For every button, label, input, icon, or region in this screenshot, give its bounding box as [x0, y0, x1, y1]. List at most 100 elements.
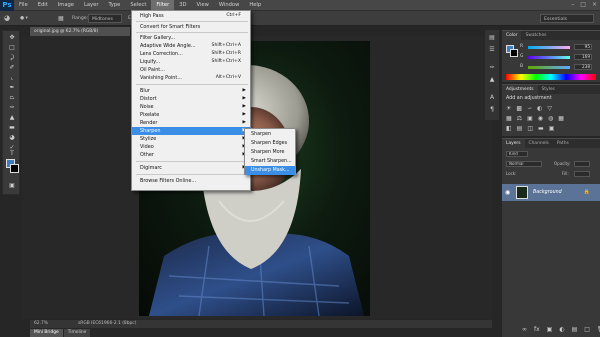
filter-lens-correction[interactable]: Lens Correction... Shift+Ctrl+R: [132, 50, 250, 58]
gradient-map-icon[interactable]: ▬: [538, 125, 544, 132]
add-mask-icon[interactable]: ▣: [547, 326, 553, 333]
type-tool-icon[interactable]: T: [5, 149, 19, 158]
eyedropper-tool-icon[interactable]: ✒: [5, 83, 19, 92]
tab-swatches[interactable]: Swatches: [521, 31, 550, 40]
properties-icon[interactable]: ☰: [487, 46, 497, 54]
sharpen-sharpen[interactable]: Sharpen: [245, 130, 295, 139]
menu-image[interactable]: Image: [53, 0, 79, 11]
filter-oil-paint[interactable]: Oil Paint...: [132, 66, 250, 74]
filter-gallery[interactable]: Filter Gallery...: [132, 34, 250, 42]
black-white-icon[interactable]: ▣: [527, 115, 533, 122]
menu-help[interactable]: Help: [244, 0, 266, 11]
filter-noise[interactable]: Noise ▶: [132, 103, 250, 111]
history-icon[interactable]: ▤: [487, 34, 497, 42]
menu-layer[interactable]: Layer: [79, 0, 103, 11]
slider-red[interactable]: R 95: [520, 44, 598, 50]
photo-filter-icon[interactable]: ◉: [538, 115, 543, 122]
layer-style-icon[interactable]: fx: [534, 326, 540, 333]
crop-tool-icon[interactable]: ⌞: [5, 73, 19, 82]
move-tool-icon[interactable]: ✥: [5, 33, 19, 42]
dodge-tool-icon[interactable]: ◕: [5, 133, 19, 142]
filter-video[interactable]: Video▶: [132, 143, 250, 151]
menu-3d[interactable]: 3D: [174, 0, 191, 11]
slider-green[interactable]: G 169: [520, 54, 598, 60]
brush-panel-icon[interactable]: ▦: [58, 14, 64, 23]
brush-icon[interactable]: ✑: [487, 64, 497, 72]
character-icon[interactable]: A: [487, 94, 497, 102]
range-select[interactable]: Midtones: [88, 14, 122, 23]
filter-sharpen[interactable]: Sharpen▶: [132, 127, 250, 135]
levels-icon[interactable]: ▩: [516, 105, 522, 112]
healing-brush-tool-icon[interactable]: ⏢: [5, 93, 19, 102]
menu-view[interactable]: View: [192, 0, 214, 11]
filter-render[interactable]: Render ▶: [132, 119, 250, 127]
unsharp-mask[interactable]: Unsharp Mask...: [245, 166, 295, 175]
slider-red-track[interactable]: [528, 46, 570, 49]
eraser-tool-icon[interactable]: ▬: [5, 123, 19, 132]
filter-browse-online[interactable]: Browse Filters Online...: [132, 177, 250, 185]
new-layer-icon[interactable]: □: [584, 326, 590, 333]
slider-green-track[interactable]: [528, 56, 570, 59]
brightness-contrast-icon[interactable]: ☀: [506, 105, 511, 112]
tab-layers[interactable]: Layers: [502, 139, 525, 148]
background-color-swatch[interactable]: [10, 164, 19, 173]
link-layers-icon[interactable]: ∞: [522, 326, 527, 333]
fill-field[interactable]: [574, 171, 590, 177]
color-balance-icon[interactable]: ⚖: [517, 115, 522, 122]
curves-icon[interactable]: ∽: [527, 105, 532, 112]
blend-mode-select[interactable]: Normal: [506, 161, 542, 167]
invert-icon[interactable]: ◧: [506, 125, 512, 132]
document-tab[interactable]: original.jpg @ 62.7% (RGB/8): [30, 27, 130, 36]
slider-blue[interactable]: B 238: [520, 64, 598, 70]
posterize-icon[interactable]: ▤: [517, 125, 523, 132]
smart-sharpen[interactable]: Smart Sharpen...: [245, 157, 295, 166]
slider-blue-value[interactable]: 238: [574, 64, 592, 70]
hue-saturation-icon[interactable]: ▦: [506, 115, 512, 122]
color-lookup-icon[interactable]: ▦: [558, 115, 564, 122]
filter-vanishing-point[interactable]: Vanishing Point... Alt+Ctrl+V: [132, 74, 250, 82]
filter-convert-smart[interactable]: Convert for Smart Filters: [132, 23, 250, 31]
slider-red-value[interactable]: 95: [574, 44, 592, 50]
tab-channels[interactable]: Channels: [525, 139, 553, 148]
brush-tool-icon[interactable]: ✑: [5, 103, 19, 112]
vibrance-icon[interactable]: ▽: [547, 105, 552, 112]
exposure-icon[interactable]: ◐: [537, 105, 542, 112]
tab-mini-bridge[interactable]: Mini Bridge: [30, 329, 63, 337]
brush-preset-picker[interactable]: ● ▾: [20, 14, 28, 23]
filter-pixelate[interactable]: Pixelate ▶: [132, 111, 250, 119]
tab-timeline[interactable]: Timeline: [63, 329, 91, 337]
menu-filter[interactable]: Filter: [151, 0, 175, 11]
layer-name[interactable]: Background: [533, 184, 562, 201]
filter-adaptive-wide-angle[interactable]: Adaptive Wide Angle... Shift+Ctrl+A: [132, 42, 250, 50]
layer-filter-kind[interactable]: Kind: [506, 151, 528, 157]
dodge-tool-icon[interactable]: ◕: [4, 14, 10, 23]
close-icon[interactable]: ×: [592, 1, 597, 8]
paragraph-icon[interactable]: ¶: [487, 106, 497, 114]
minimize-icon[interactable]: –: [571, 1, 574, 8]
new-group-icon[interactable]: ▤: [572, 326, 578, 333]
selective-color-icon[interactable]: ▣: [549, 125, 555, 132]
menu-select[interactable]: Select: [125, 0, 151, 11]
menu-file[interactable]: File: [14, 0, 33, 11]
quick-selection-tool-icon[interactable]: ✐: [5, 63, 19, 72]
filter-stylize[interactable]: Stylize▶: [132, 135, 250, 143]
slider-blue-track[interactable]: [528, 66, 570, 69]
filter-distort[interactable]: Distort ▶: [132, 95, 250, 103]
tab-paths[interactable]: Paths: [553, 139, 573, 148]
threshold-icon[interactable]: ◫: [527, 125, 533, 132]
quick-mask-icon[interactable]: ▣: [5, 181, 19, 190]
workspace-switcher[interactable]: Essentials: [540, 14, 594, 23]
sharpen-edges[interactable]: Sharpen Edges: [245, 139, 295, 148]
tab-adjustments[interactable]: Adjustments: [502, 85, 538, 94]
tab-color[interactable]: Color: [502, 31, 522, 40]
marquee-tool-icon[interactable]: □: [5, 43, 19, 52]
zoom-level[interactable]: 62.7%: [34, 320, 48, 328]
new-adjustment-icon[interactable]: ◐: [559, 326, 564, 333]
sharpen-more[interactable]: Sharpen More: [245, 148, 295, 157]
panel-background-swatch[interactable]: [510, 49, 518, 57]
lasso-tool-icon[interactable]: ⤸: [5, 53, 19, 62]
tab-styles[interactable]: Styles: [538, 85, 559, 94]
filter-digimarc[interactable]: Digimarc▶: [132, 164, 250, 172]
opacity-field[interactable]: [574, 161, 590, 167]
clone-stamp-tool-icon[interactable]: ▲: [5, 113, 19, 122]
